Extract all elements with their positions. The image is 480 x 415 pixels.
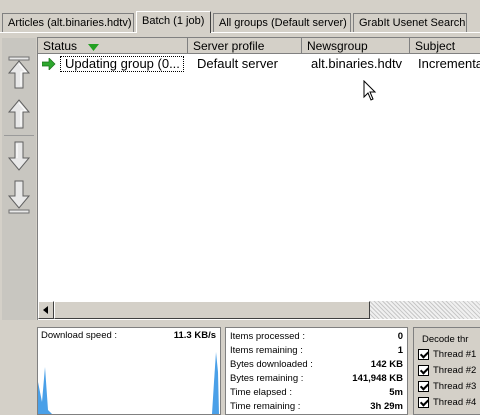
thread-label: Thread #4 [433,397,477,408]
move-up-icon[interactable] [7,96,31,130]
stat-label: Time elapsed : [230,387,292,398]
stat-time-elapsed: Time elapsed : 5m [230,386,403,399]
stat-label: Bytes downloaded : [230,359,313,370]
table-horizontal-scrollbar[interactable] [38,301,480,319]
row-server-profile: Default server [197,56,278,71]
checkbox-checked-icon [418,380,429,392]
column-header-status[interactable]: Status [38,38,188,54]
decode-threads-panel: Decode thr Thread #1 Thread #2 Thread #3… [413,327,480,415]
row-subject: Incremental [418,56,480,71]
checkbox-checked-icon [418,364,429,376]
thread-2-checkbox[interactable]: Thread #2 [418,364,476,378]
checkbox-checked-icon [418,348,429,360]
stat-value: 5m [389,387,403,398]
stat-value: 142 KB [370,359,403,370]
row-status: Updating group (0... [60,56,184,72]
stat-value: 141,948 KB [352,373,403,384]
tab-strip: Articles (alt.binaries.hdtv) Batch (1 jo… [0,0,480,36]
mouse-cursor-icon [363,79,377,105]
stat-label: Items processed : [230,331,305,342]
thread-4-checkbox[interactable]: Thread #4 [418,396,476,410]
column-header-subject[interactable]: Subject [410,38,480,54]
row-newsgroup: alt.binaries.hdtv [311,56,403,71]
scroll-thumb[interactable] [54,301,370,319]
column-header-label: Status [43,39,78,53]
queue-toolbar [2,38,36,320]
play-icon [41,57,56,73]
stat-value: 1 [397,345,403,356]
download-speed-value: 11.3 KB/s [173,330,216,341]
stat-label: Bytes remaining : [230,373,304,384]
stat-label: Time remaining : [230,401,301,412]
batch-table: Status Server profile Newsgroup Subject … [37,37,480,320]
column-header-server-profile[interactable]: Server profile [188,38,302,54]
tab-divider [0,32,480,33]
download-speed-panel: Download speed : 11.3 KB/s [37,327,221,415]
tab-all-groups[interactable]: All groups (Default server) [213,13,351,32]
stat-value: 3h 29m [370,401,403,412]
stat-items-remaining: Items remaining : 1 [230,344,403,357]
move-down-icon[interactable] [7,140,31,174]
download-speed-label: Download speed : [41,330,118,341]
move-top-icon[interactable] [7,56,31,90]
thread-3-checkbox[interactable]: Thread #3 [418,380,476,394]
toolbar-separator [4,135,34,136]
stat-items-processed: Items processed : 0 [230,330,403,343]
decode-threads-title: Decode thr [422,334,469,345]
thread-label: Thread #1 [433,349,477,360]
thread-label: Thread #2 [433,365,477,376]
checkbox-checked-icon [418,396,429,408]
scroll-left-button[interactable] [38,301,54,319]
stat-value: 0 [397,331,403,342]
sort-descending-icon [88,39,100,53]
stat-time-remaining: Time remaining : 3h 29m [230,400,403,413]
scroll-track[interactable] [370,301,480,319]
thread-label: Thread #3 [433,381,477,392]
stat-bytes-remaining: Bytes remaining : 141,948 KB [230,372,403,385]
tab-batch[interactable]: Batch (1 job) [136,11,211,33]
transfer-stats-panel: Items processed : 0 Items remaining : 1 By… [225,327,408,415]
thread-1-checkbox[interactable]: Thread #1 [418,348,476,362]
tab-articles[interactable]: Articles (alt.binaries.hdtv) [2,13,134,32]
column-header-newsgroup[interactable]: Newsgroup [302,38,410,54]
download-speed-graph [38,352,219,414]
tab-grabit-search[interactable]: GrabIt Usenet Search [353,13,467,32]
move-bottom-icon[interactable] [7,180,31,214]
stat-label: Items remaining : [230,345,303,356]
stat-bytes-downloaded: Bytes downloaded : 142 KB [230,358,403,371]
